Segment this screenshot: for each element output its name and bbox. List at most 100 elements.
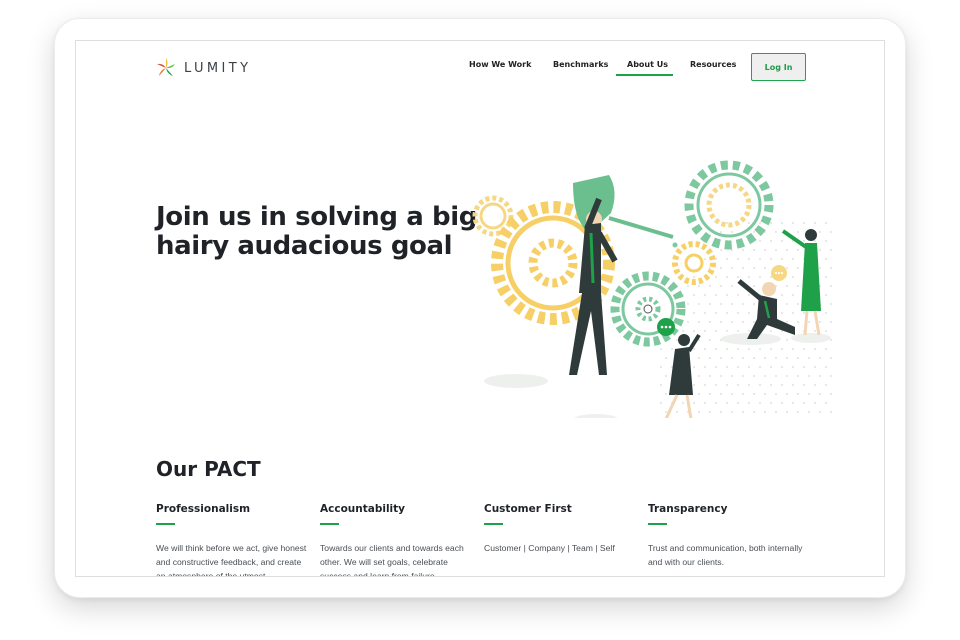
grid-dot — [737, 384, 739, 386]
grid-dot — [792, 222, 794, 224]
grid-dot — [731, 231, 733, 233]
grid-dot — [715, 384, 717, 386]
grid-dot — [803, 384, 805, 386]
woman-pushing-gear — [657, 318, 701, 418]
grid-dot — [814, 222, 816, 224]
grid-dot — [709, 375, 711, 377]
grid-dot — [759, 276, 761, 278]
nav-about-us[interactable]: About Us — [627, 60, 668, 69]
grid-dot — [830, 321, 832, 323]
grid-dot — [726, 330, 728, 332]
grid-dot — [797, 375, 799, 377]
grid-dot — [731, 321, 733, 323]
nav-how-we-work[interactable]: How We Work — [469, 60, 531, 69]
grid-dot — [748, 222, 750, 224]
grid-dot — [775, 411, 777, 413]
pact-title: Our PACT — [156, 457, 261, 481]
grid-dot — [693, 402, 695, 404]
nav-resources[interactable]: Resources — [690, 60, 736, 69]
grid-dot — [786, 303, 788, 305]
grid-dot — [748, 294, 750, 296]
grid-dot — [742, 375, 744, 377]
grid-dot — [764, 375, 766, 377]
grid-dot — [704, 258, 706, 260]
grid-dot — [709, 357, 711, 359]
grid-dot — [720, 285, 722, 287]
pillar-accent-bar — [648, 523, 667, 525]
grid-dot — [709, 267, 711, 269]
grid-dot — [687, 285, 689, 287]
pillar-title: Transparency — [648, 503, 728, 515]
grid-dot — [753, 321, 755, 323]
grid-dot — [819, 321, 821, 323]
grid-dot — [830, 375, 832, 377]
grid-dot — [709, 285, 711, 287]
grid-dot — [748, 276, 750, 278]
woman-in-green — [781, 229, 821, 336]
grid-dot — [819, 249, 821, 251]
grid-dot — [704, 348, 706, 350]
grid-dot — [720, 231, 722, 233]
grid-dot — [704, 294, 706, 296]
pillar-text: We will think before we act, give honest… — [156, 543, 307, 577]
grid-dot — [759, 258, 761, 260]
hero-title-line-1: Join us in solving a big — [156, 202, 477, 232]
brand-name: LUMITY — [184, 60, 252, 76]
grid-dot — [665, 393, 667, 395]
grid-dot — [704, 402, 706, 404]
grid-dot — [742, 267, 744, 269]
grid-dot — [731, 357, 733, 359]
pillar-customer-first: Customer First Customer | Company | Team… — [484, 503, 639, 555]
grid-dot — [742, 393, 744, 395]
man-kneeling — [737, 265, 795, 339]
grid-dot — [803, 402, 805, 404]
grid-dot — [825, 402, 827, 404]
grid-dot — [687, 321, 689, 323]
grid-dot — [660, 384, 662, 386]
grid-dot — [825, 294, 827, 296]
grid-dot — [819, 411, 821, 413]
grid-dot — [764, 267, 766, 269]
grid-dot — [786, 411, 788, 413]
pillar-text: Customer | Company | Team | Self — [484, 543, 615, 553]
grid-dot — [742, 303, 744, 305]
grid-dot — [830, 339, 832, 341]
grid-dot — [786, 249, 788, 251]
grid-dot — [742, 411, 744, 413]
grid-dot — [709, 303, 711, 305]
grid-dot — [819, 393, 821, 395]
grid-dot — [676, 411, 678, 413]
lumity-leaf-icon — [157, 58, 175, 76]
pillar-accent-bar — [156, 523, 175, 525]
grid-dot — [792, 258, 794, 260]
grid-dot — [698, 303, 700, 305]
pillar-accountability: Accountability Towards our clients and t… — [320, 503, 475, 577]
grid-dot — [797, 267, 799, 269]
grid-dot — [737, 294, 739, 296]
lumity-logo[interactable]: LUMITY — [155, 57, 251, 79]
grid-dot — [781, 222, 783, 224]
grid-dot — [825, 240, 827, 242]
grid-dot — [781, 402, 783, 404]
grid-dot — [671, 348, 673, 350]
grid-dot — [737, 402, 739, 404]
nav-active-underline — [616, 74, 673, 76]
grid-dot — [742, 357, 744, 359]
grid-dot — [797, 303, 799, 305]
grid-dot — [731, 285, 733, 287]
grid-dot — [792, 294, 794, 296]
grid-dot — [819, 375, 821, 377]
login-button[interactable]: Log In — [751, 53, 806, 81]
people-turning-gears-illustration — [472, 160, 832, 418]
nav-benchmarks[interactable]: Benchmarks — [553, 60, 608, 69]
grid-dot — [753, 375, 755, 377]
grid-dot — [709, 411, 711, 413]
grid-dot — [720, 321, 722, 323]
grid-dot — [781, 366, 783, 368]
grid-dot — [693, 294, 695, 296]
grid-dot — [781, 240, 783, 242]
grid-dot — [808, 375, 810, 377]
pillar-text: Towards our clients and towards each oth… — [320, 543, 464, 577]
grid-dot — [775, 249, 777, 251]
grid-dot — [797, 357, 799, 359]
